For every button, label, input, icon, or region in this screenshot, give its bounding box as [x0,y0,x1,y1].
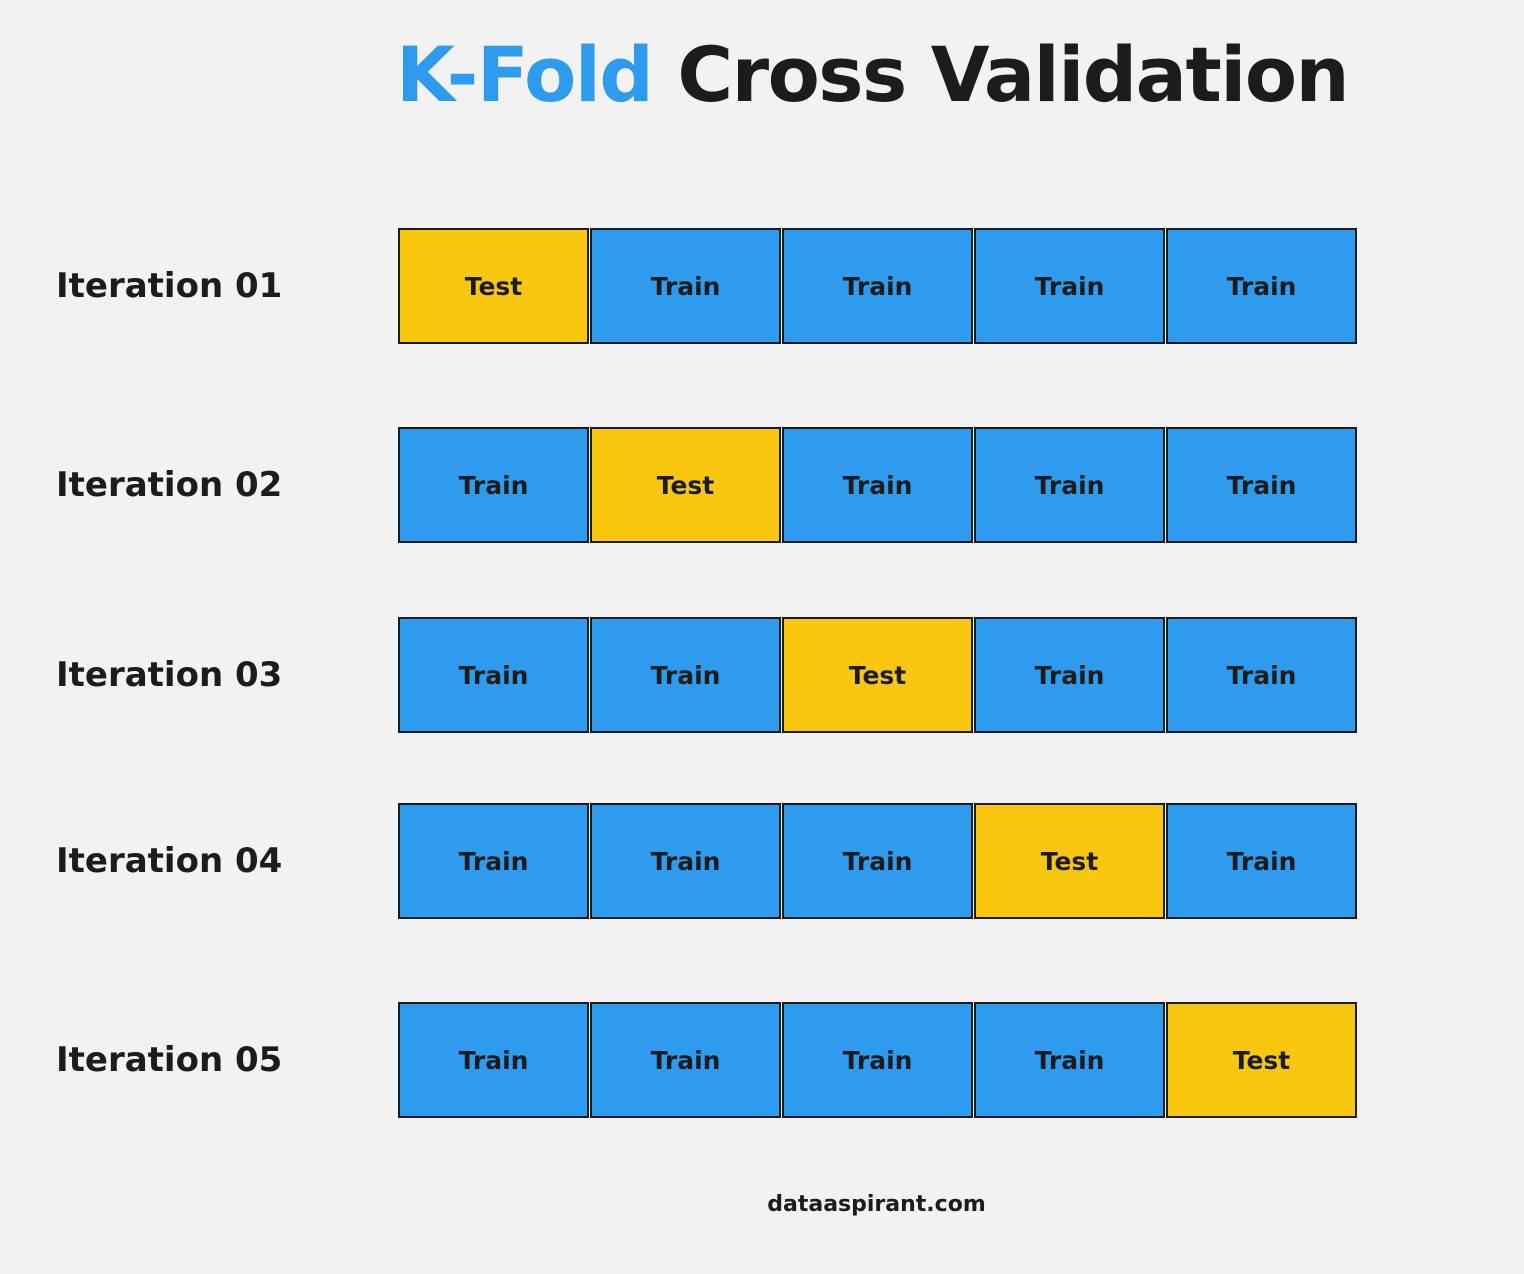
iteration-row: Iteration 02 Train Test Train Train Train [0,427,1524,543]
test-fold: Test [782,617,973,733]
train-fold: Train [782,1002,973,1118]
footer-credit: dataaspirant.com [767,1192,986,1217]
train-fold: Train [974,1002,1165,1118]
train-fold: Train [974,617,1165,733]
title-rest: Cross Validation [677,30,1349,119]
title-highlight: K-Fold [396,30,654,119]
train-fold: Train [1166,228,1357,344]
train-fold: Train [398,803,589,919]
test-fold: Test [398,228,589,344]
test-fold: Test [1166,1002,1357,1118]
train-fold: Train [1166,803,1357,919]
train-fold: Train [398,617,589,733]
train-fold: Train [974,228,1165,344]
iteration-label: Iteration 05 [56,1040,283,1080]
iteration-label: Iteration 03 [56,655,283,695]
iteration-label: Iteration 04 [56,841,283,881]
train-fold: Train [590,228,781,344]
iteration-label: Iteration 01 [56,266,283,306]
train-fold: Train [1166,617,1357,733]
iteration-row: Iteration 03 Train Train Test Train Train [0,617,1524,733]
train-fold: Train [974,427,1165,543]
test-fold: Test [974,803,1165,919]
iteration-row: Iteration 05 Train Train Train Train Test [0,1002,1524,1118]
train-fold: Train [782,803,973,919]
diagram-title: K-Fold Cross Validation [396,30,1350,119]
train-fold: Train [398,427,589,543]
train-fold: Train [398,1002,589,1118]
train-fold: Train [782,427,973,543]
train-fold: Train [590,803,781,919]
train-fold: Train [590,1002,781,1118]
test-fold: Test [590,427,781,543]
iteration-label: Iteration 02 [56,465,283,505]
iteration-row: Iteration 04 Train Train Train Test Train [0,803,1524,919]
train-fold: Train [1166,427,1357,543]
train-fold: Train [782,228,973,344]
train-fold: Train [590,617,781,733]
iteration-row: Iteration 01 Test Train Train Train Train [0,228,1524,344]
